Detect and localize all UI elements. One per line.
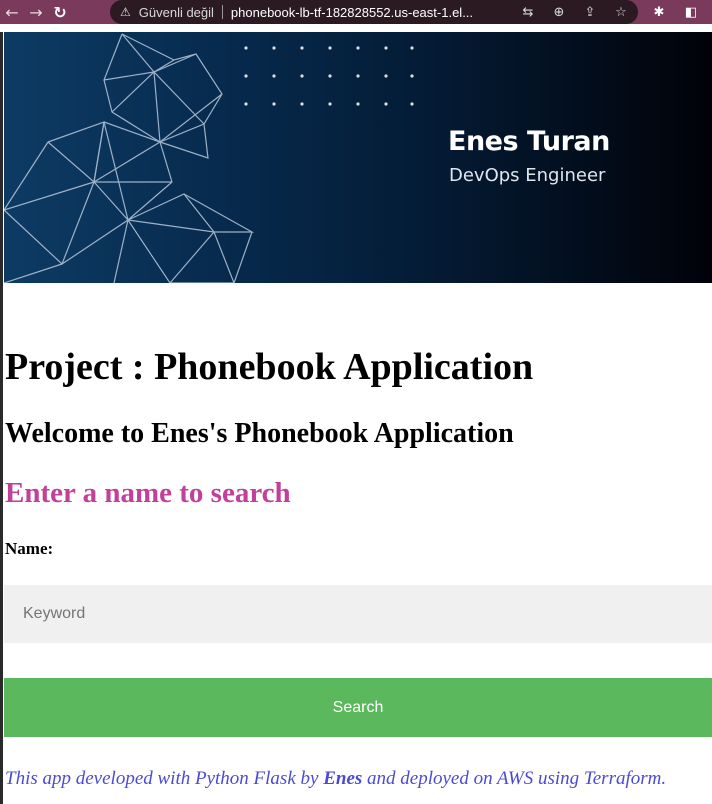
star-icon[interactable]: ☆ — [610, 1, 632, 23]
footer-author: Enes — [323, 768, 363, 789]
keyword-input[interactable] — [4, 585, 712, 643]
forward-icon[interactable]: → — [24, 0, 48, 24]
banner-name: Enes Turan — [448, 126, 610, 157]
page-title: Project : Phonebook Application — [5, 346, 534, 388]
address-divider — [221, 5, 223, 19]
footer-text-end: and deployed on AWS using Terraform. — [362, 768, 667, 789]
viewport-edge — [0, 32, 3, 804]
header-banner: Enes Turan DevOps Engineer — [4, 32, 712, 283]
share-icon[interactable]: ⇪ — [579, 1, 601, 23]
welcome-heading: Welcome to Enes's Phonebook Application — [5, 418, 514, 449]
reload-icon[interactable]: ↻ — [48, 0, 72, 24]
translate-icon[interactable]: ⇆ — [517, 1, 539, 23]
url-text[interactable]: phonebook-lb-tf-182828552.us-east-1.el..… — [231, 5, 499, 20]
security-status[interactable]: Güvenli değil — [139, 5, 214, 20]
sidepanel-icon[interactable]: ◧ — [680, 1, 702, 23]
warning-icon[interactable]: ⚠ — [120, 5, 131, 19]
search-heading: Enter a name to search — [5, 477, 291, 509]
zoom-icon[interactable]: ⊕ — [548, 1, 570, 23]
back-icon[interactable]: ← — [0, 0, 24, 24]
footer-text-start: This app developed with Python Flask by — [5, 768, 324, 789]
polygon-network-graphic — [4, 33, 414, 283]
extensions-icon[interactable]: ✱ — [648, 1, 670, 23]
search-button[interactable]: Search — [4, 678, 712, 737]
banner-role: DevOps Engineer — [449, 165, 606, 186]
address-bar[interactable]: ⚠ Güvenli değil phonebook-lb-tf-18282855… — [110, 0, 638, 24]
footer-text: This app developed with Python Flask by … — [5, 768, 666, 790]
name-label: Name: — [5, 539, 54, 558]
